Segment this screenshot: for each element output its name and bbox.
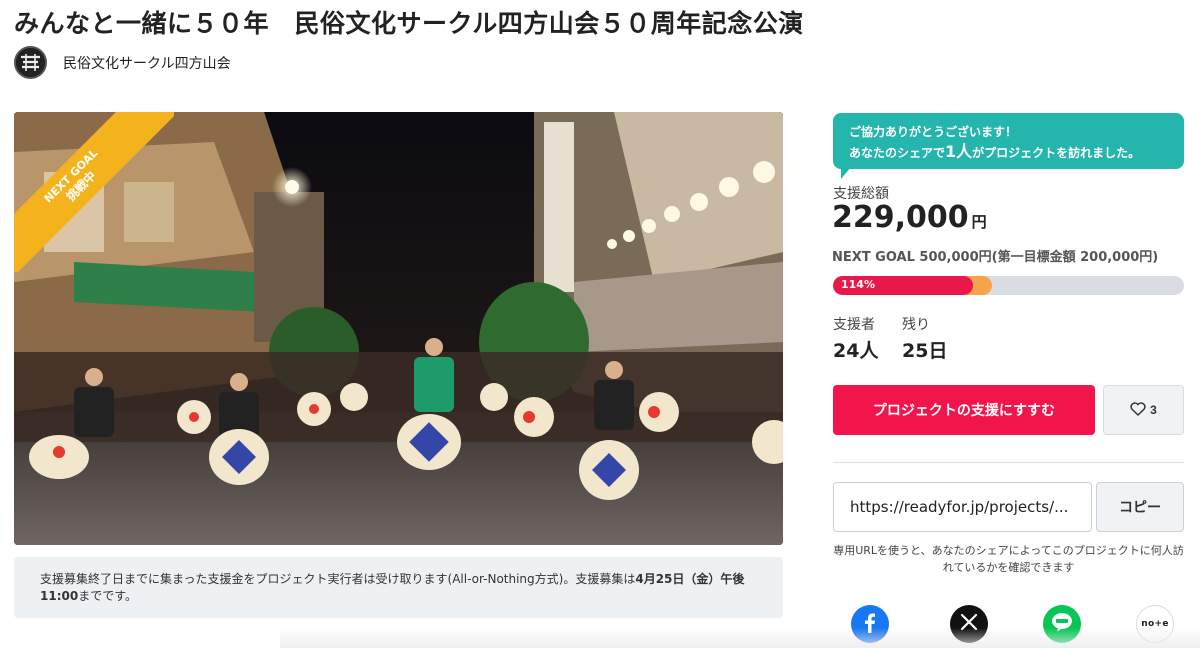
remaining-value: 25日 (902, 340, 948, 362)
page-title: みんなと一緒に５０年 民俗文化サークル四方山会５０周年記念公演 (14, 9, 804, 38)
bottom-shadow (280, 628, 1200, 648)
supporters-value: 24人 (833, 340, 879, 362)
notice-text-end: までです。 (78, 589, 138, 603)
favorite-count: 3 (1150, 403, 1157, 417)
share-url-note: 専用URLを使うと、あなたのシェアによってこのプロジェクトに何人訪れているかを確… (833, 544, 1184, 574)
next-goal-text: NEXT GOAL 500,000円(第一目標金額 200,000円) (832, 250, 1159, 265)
supporters-label: 支援者 (833, 317, 875, 333)
share-visitor-count: 1人 (945, 142, 973, 161)
share-url-field[interactable] (833, 482, 1092, 532)
amount-unit: 円 (971, 213, 987, 231)
progress-percent: 114% (841, 278, 875, 291)
copy-url-button[interactable]: コピー (1096, 482, 1184, 532)
next-goal-ribbon: NEXT GOAL 挑戦中 (14, 112, 174, 272)
remaining-label: 残り (902, 317, 930, 333)
bubble-line2: あなたのシェアで1人がプロジェクトを訪れました。 (849, 142, 1141, 161)
support-project-button[interactable]: プロジェクトの支援にすすむ (833, 385, 1095, 435)
avatar[interactable] (14, 46, 47, 79)
supporters-stat: 支援者 24人 (833, 314, 878, 363)
heart-icon (1130, 401, 1146, 419)
divider (833, 462, 1184, 463)
funding-progress-bar: 114% (833, 276, 1184, 295)
funding-notice: 支援募集終了日までに集まった支援金をプロジェクト実行者は受け取ります(All-o… (14, 557, 783, 618)
bubble-line1: ご協力ありがとうございます！ (849, 125, 1018, 139)
total-amount: 229,000 円 (832, 200, 987, 235)
owner-name[interactable]: 民俗文化サークル四方山会 (63, 53, 231, 73)
notice-text: 支援募集終了日までに集まった支援金をプロジェクト実行者は受け取ります(All-o… (40, 572, 636, 586)
favorite-button[interactable]: 3 (1103, 385, 1184, 435)
remaining-stat: 残り 25日 (902, 314, 947, 363)
bubble-tail (841, 167, 851, 179)
share-thanks-bubble: ご協力ありがとうございます！ あなたのシェアで1人がプロジェクトを訪れました。 (833, 113, 1184, 169)
ribbon-subtext: 挑戦中 (63, 168, 99, 204)
hero-image: NEXT GOAL 挑戦中 (14, 112, 783, 545)
project-owner[interactable]: 民俗文化サークル四方山会 (14, 46, 231, 79)
